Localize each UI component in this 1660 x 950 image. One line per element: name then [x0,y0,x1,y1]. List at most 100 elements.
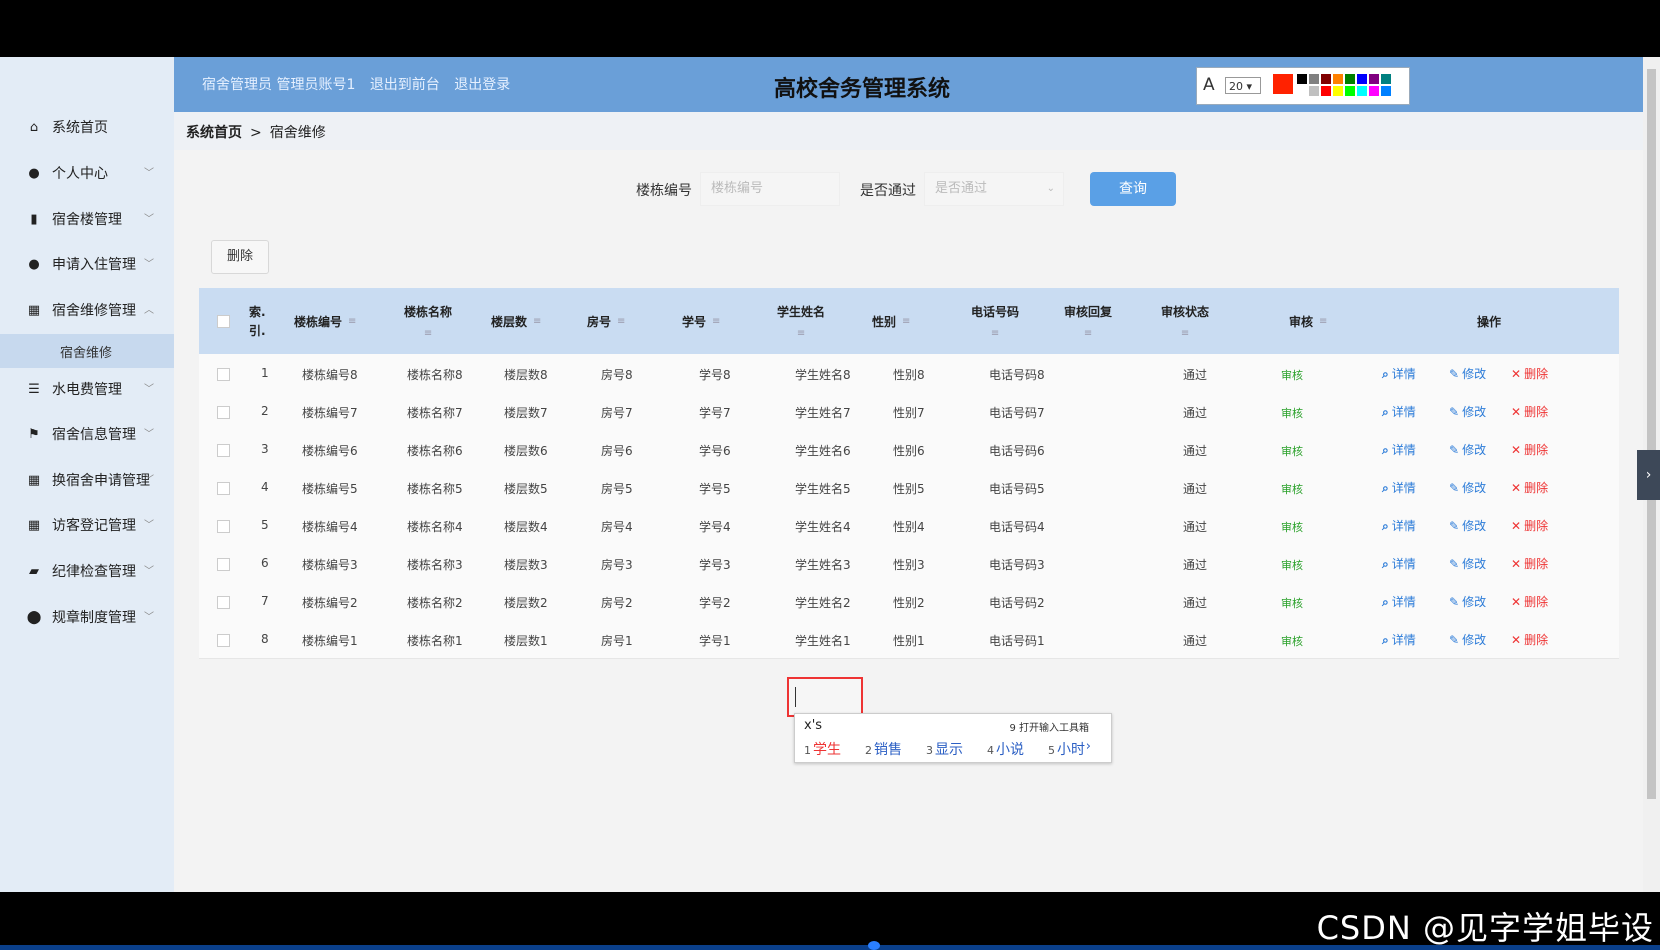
pass-select[interactable]: 是否通过 ⌄ [924,172,1064,206]
palette-swatch[interactable] [1333,86,1343,96]
sort-icon[interactable]: ≡ [533,316,541,327]
palette-swatch[interactable] [1297,74,1307,84]
sidebar-item-4[interactable]: ● 申请入住管理 ﹀ [0,242,174,286]
delete-button[interactable]: ✕ 删除 [1511,441,1548,458]
sort-icon[interactable]: ≡ [348,316,356,327]
header-4[interactable]: 房号 ≡ [587,288,625,354]
sidebar-item-9[interactable]: ▦ 访客登记管理 ﹀ [0,503,174,547]
palette-swatch[interactable] [1321,86,1331,96]
edit-button[interactable]: ✎ 修改 [1449,479,1486,496]
building-no-input[interactable]: 楼栋编号 [700,172,840,206]
sidebar-item-7[interactable]: ⚑ 宿舍信息管理 ﹀ [0,412,174,456]
ime-candidate[interactable]: 4 小说 [987,742,1036,758]
detail-button[interactable]: ⌕ 详情 [1382,593,1416,610]
sidebar-item-11[interactable]: ⬤ 规章制度管理 ﹀ [0,595,174,639]
detail-button[interactable]: ⌕ 详情 [1382,555,1416,572]
current-color-swatch[interactable] [1273,74,1293,94]
palette-swatch[interactable] [1333,74,1343,84]
header-9[interactable]: 审核回复 ≡ [1064,288,1112,354]
video-progress-knob[interactable] [868,941,880,950]
delete-button[interactable]: ✕ 删除 [1511,631,1548,648]
edit-button[interactable]: ✎ 修改 [1449,631,1486,648]
delete-button[interactable]: ✕ 删除 [1511,479,1548,496]
ime-next-page[interactable]: › [1086,739,1091,754]
scrollbar-thumb[interactable] [1647,69,1656,799]
header-8[interactable]: 电话号码 ≡ [971,288,1019,354]
sort-icon[interactable]: ≡ [1181,328,1189,339]
row-checkbox[interactable] [217,596,230,609]
back-front-link[interactable]: 退出到前台 [370,77,440,93]
sidebar-item-5[interactable]: ▦ 宿舍维修管理 ︿ [0,288,174,332]
sort-icon[interactable]: ≡ [797,328,805,339]
breadcrumb-home[interactable]: 系统首页 [186,125,242,141]
ime-candidate[interactable]: 1 学生 [804,742,853,758]
header-1[interactable]: 楼栋编号 ≡ [294,288,356,354]
header-3[interactable]: 楼层数 ≡ [491,288,541,354]
header-11[interactable]: 审核 ≡ [1289,288,1327,354]
row-checkbox[interactable] [217,406,230,419]
audit-link[interactable]: 审核 [1281,633,1303,649]
sidebar-subitem-repair[interactable]: 宿舍维修 [0,334,174,368]
detail-button[interactable]: ⌕ 详情 [1382,479,1416,496]
sort-icon[interactable]: ≡ [424,328,432,339]
palette-swatch[interactable] [1357,86,1367,96]
audit-link[interactable]: 审核 [1281,405,1303,421]
palette-swatch[interactable] [1369,74,1379,84]
detail-button[interactable]: ⌕ 详情 [1382,403,1416,420]
font-size-select[interactable]: 20 ▾ [1225,77,1261,94]
delete-button[interactable]: ✕ 删除 [1511,403,1548,420]
header-6[interactable]: 学生姓名 ≡ [777,288,825,354]
audit-link[interactable]: 审核 [1281,595,1303,611]
sort-icon[interactable]: ≡ [617,316,625,327]
palette-swatch[interactable] [1309,86,1319,96]
palette-swatch[interactable] [1381,86,1391,96]
sidebar-item-10[interactable]: ▰ 纪律检查管理 ﹀ [0,549,174,593]
audit-link[interactable]: 审核 [1281,519,1303,535]
edit-button[interactable]: ✎ 修改 [1449,517,1486,534]
sidebar-item-6[interactable]: ☰ 水电费管理 ﹀ [0,367,174,411]
header-10[interactable]: 审核状态 ≡ [1161,288,1209,354]
query-button[interactable]: 查询 [1090,172,1176,206]
row-checkbox[interactable] [217,520,230,533]
edit-button[interactable]: ✎ 修改 [1449,593,1486,610]
sidebar-item-1[interactable]: ⌂ 系统首页 [0,105,174,149]
focused-input-box[interactable] [787,677,863,717]
edit-button[interactable]: ✎ 修改 [1449,441,1486,458]
row-checkbox[interactable] [217,368,230,381]
delete-button[interactable]: ✕ 删除 [1511,365,1548,382]
row-checkbox[interactable] [217,558,230,571]
palette-swatch[interactable] [1309,74,1319,84]
audit-link[interactable]: 审核 [1281,443,1303,459]
header-7[interactable]: 性别 ≡ [872,288,910,354]
sort-icon[interactable]: ≡ [712,316,720,327]
delete-button[interactable]: ✕ 删除 [1511,555,1548,572]
ime-open-toolbox[interactable]: 9 打开输入工具箱 [1009,719,1089,734]
palette-swatch[interactable] [1321,74,1331,84]
sort-icon[interactable]: ≡ [902,316,910,327]
edit-button[interactable]: ✎ 修改 [1449,403,1486,420]
palette-swatch[interactable] [1297,86,1307,96]
row-checkbox[interactable] [217,482,230,495]
sidebar-item-8[interactable]: ▦ 换宿舍申请管理 ﹀ [0,458,174,502]
palette-swatch[interactable] [1369,86,1379,96]
palette-swatch[interactable] [1345,86,1355,96]
detail-button[interactable]: ⌕ 详情 [1382,441,1416,458]
sort-icon[interactable]: ≡ [1084,328,1092,339]
font-icon[interactable]: A [1203,75,1215,95]
sidebar-item-2[interactable]: ● 个人中心 ﹀ [0,151,174,195]
audit-link[interactable]: 审核 [1281,557,1303,573]
side-expand-arrow-icon[interactable]: › [1637,450,1660,500]
select-all-checkbox[interactable] [217,315,230,328]
detail-button[interactable]: ⌕ 详情 [1382,365,1416,382]
row-checkbox[interactable] [217,634,230,647]
ime-candidate[interactable]: 2 销售 [865,742,914,758]
header-12[interactable]: 操作 [1477,288,1501,354]
ime-candidate[interactable]: 3 显示 [926,742,975,758]
row-checkbox[interactable] [217,444,230,457]
detail-button[interactable]: ⌕ 详情 [1382,517,1416,534]
detail-button[interactable]: ⌕ 详情 [1382,631,1416,648]
palette-swatch[interactable] [1345,74,1355,84]
sidebar-item-3[interactable]: ▮ 宿舍楼管理 ﹀ [0,197,174,241]
batch-delete-button[interactable]: 删除 [211,240,269,274]
header-5[interactable]: 学号 ≡ [682,288,720,354]
